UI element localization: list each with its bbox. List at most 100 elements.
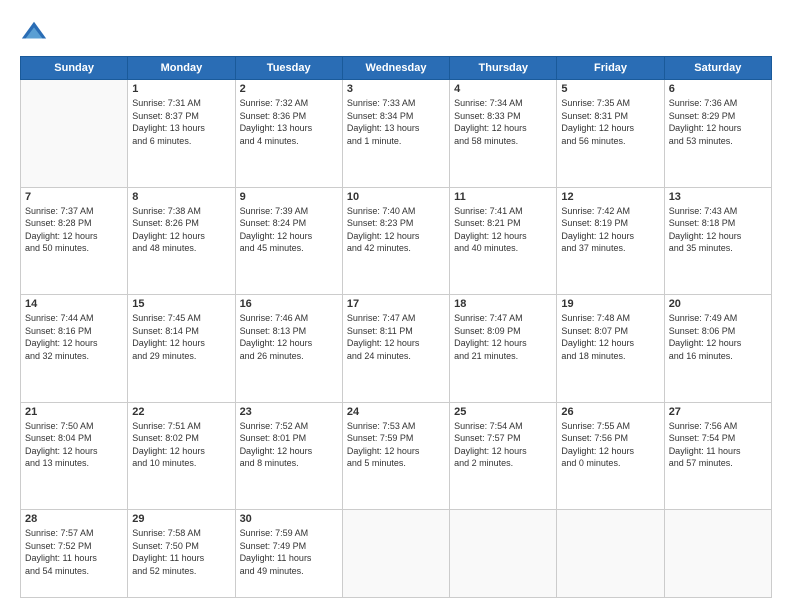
day-number: 4 <box>454 83 552 95</box>
calendar-cell: 28 Sunrise: 7:57 AM Sunset: 7:52 PM Dayli… <box>21 510 128 598</box>
calendar-cell: 23 Sunrise: 7:52 AM Sunset: 8:01 PM Dayli… <box>235 402 342 510</box>
calendar-cell: 22Sunrise: 7:51 AM Sunset: 8:02 PM Dayli… <box>128 402 235 510</box>
calendar-cell: 12 Sunrise: 7:42 AM Sunset: 8:19 PM Dayli… <box>557 187 664 295</box>
day-number: 11 <box>454 191 552 203</box>
calendar-cell <box>21 80 128 188</box>
day-number: 3 <box>347 83 445 95</box>
weekday-header: Monday <box>128 57 235 80</box>
calendar-cell: 30Sunrise: 7:59 AM Sunset: 7:49 PM Dayli… <box>235 510 342 598</box>
weekday-header: Sunday <box>21 57 128 80</box>
day-number: 22 <box>132 406 230 418</box>
calendar-week-row: 1 Sunrise: 7:31 AM Sunset: 8:37 PM Daylig… <box>21 80 772 188</box>
calendar-week-row: 14 Sunrise: 7:44 AM Sunset: 8:16 PM Dayli… <box>21 295 772 403</box>
logo <box>20 18 52 46</box>
calendar-table: SundayMondayTuesdayWednesdayThursdayFrid… <box>20 56 772 598</box>
day-info: Sunrise: 7:47 AM Sunset: 8:11 PM Dayligh… <box>347 312 445 362</box>
day-info: Sunrise: 7:49 AM Sunset: 8:06 PM Dayligh… <box>669 312 767 362</box>
logo-icon <box>20 18 48 46</box>
weekday-header: Saturday <box>664 57 771 80</box>
calendar-cell: 13 Sunrise: 7:43 AM Sunset: 8:18 PM Dayli… <box>664 187 771 295</box>
day-info: Sunrise: 7:43 AM Sunset: 8:18 PM Dayligh… <box>669 205 767 255</box>
calendar-cell: 3 Sunrise: 7:33 AM Sunset: 8:34 PM Daylig… <box>342 80 449 188</box>
calendar-cell <box>450 510 557 598</box>
calendar-cell <box>342 510 449 598</box>
day-number: 19 <box>561 298 659 310</box>
day-number: 23 <box>240 406 338 418</box>
calendar-cell: 14 Sunrise: 7:44 AM Sunset: 8:16 PM Dayli… <box>21 295 128 403</box>
weekday-header: Tuesday <box>235 57 342 80</box>
day-info: Sunrise: 7:36 AM Sunset: 8:29 PM Dayligh… <box>669 97 767 147</box>
header <box>20 18 772 46</box>
day-number: 25 <box>454 406 552 418</box>
calendar-cell: 25 Sunrise: 7:54 AM Sunset: 7:57 PM Dayli… <box>450 402 557 510</box>
calendar-cell: 17 Sunrise: 7:47 AM Sunset: 8:11 PM Dayli… <box>342 295 449 403</box>
day-number: 8 <box>132 191 230 203</box>
calendar-cell: 29 Sunrise: 7:58 AM Sunset: 7:50 PM Dayli… <box>128 510 235 598</box>
day-number: 28 <box>25 513 123 525</box>
calendar-cell: 19 Sunrise: 7:48 AM Sunset: 8:07 PM Dayli… <box>557 295 664 403</box>
day-number: 13 <box>669 191 767 203</box>
day-number: 27 <box>669 406 767 418</box>
day-info: Sunrise: 7:50 AM Sunset: 8:04 PM Dayligh… <box>25 420 123 470</box>
day-number: 12 <box>561 191 659 203</box>
weekday-header: Thursday <box>450 57 557 80</box>
calendar-week-row: 21 Sunrise: 7:50 AM Sunset: 8:04 PM Dayli… <box>21 402 772 510</box>
calendar-cell: 4 Sunrise: 7:34 AM Sunset: 8:33 PM Daylig… <box>450 80 557 188</box>
day-info: Sunrise: 7:58 AM Sunset: 7:50 PM Dayligh… <box>132 527 230 577</box>
calendar-cell: 18 Sunrise: 7:47 AM Sunset: 8:09 PM Dayli… <box>450 295 557 403</box>
day-info: Sunrise: 7:42 AM Sunset: 8:19 PM Dayligh… <box>561 205 659 255</box>
day-info: Sunrise: 7:38 AM Sunset: 8:26 PM Dayligh… <box>132 205 230 255</box>
day-number: 5 <box>561 83 659 95</box>
day-number: 29 <box>132 513 230 525</box>
calendar-cell: 10Sunrise: 7:40 AM Sunset: 8:23 PM Dayli… <box>342 187 449 295</box>
calendar-cell: 8 Sunrise: 7:38 AM Sunset: 8:26 PM Daylig… <box>128 187 235 295</box>
calendar-cell: 1 Sunrise: 7:31 AM Sunset: 8:37 PM Daylig… <box>128 80 235 188</box>
day-number: 14 <box>25 298 123 310</box>
day-info: Sunrise: 7:55 AM Sunset: 7:56 PM Dayligh… <box>561 420 659 470</box>
calendar-cell: 16 Sunrise: 7:46 AM Sunset: 8:13 PM Dayli… <box>235 295 342 403</box>
weekday-header-row: SundayMondayTuesdayWednesdayThursdayFrid… <box>21 57 772 80</box>
day-info: Sunrise: 7:59 AM Sunset: 7:49 PM Dayligh… <box>240 527 338 577</box>
day-number: 20 <box>669 298 767 310</box>
day-info: Sunrise: 7:31 AM Sunset: 8:37 PM Dayligh… <box>132 97 230 147</box>
day-info: Sunrise: 7:47 AM Sunset: 8:09 PM Dayligh… <box>454 312 552 362</box>
calendar-cell: 9Sunrise: 7:39 AM Sunset: 8:24 PM Daylig… <box>235 187 342 295</box>
day-number: 17 <box>347 298 445 310</box>
day-info: Sunrise: 7:54 AM Sunset: 7:57 PM Dayligh… <box>454 420 552 470</box>
day-number: 24 <box>347 406 445 418</box>
day-info: Sunrise: 7:32 AM Sunset: 8:36 PM Dayligh… <box>240 97 338 147</box>
day-number: 15 <box>132 298 230 310</box>
day-info: Sunrise: 7:57 AM Sunset: 7:52 PM Dayligh… <box>25 527 123 577</box>
weekday-header: Friday <box>557 57 664 80</box>
day-number: 18 <box>454 298 552 310</box>
calendar-cell: 7Sunrise: 7:37 AM Sunset: 8:28 PM Daylig… <box>21 187 128 295</box>
calendar-cell: 6Sunrise: 7:36 AM Sunset: 8:29 PM Daylig… <box>664 80 771 188</box>
page: SundayMondayTuesdayWednesdayThursdayFrid… <box>0 0 792 612</box>
day-number: 2 <box>240 83 338 95</box>
calendar-cell <box>664 510 771 598</box>
calendar-cell: 27 Sunrise: 7:56 AM Sunset: 7:54 PM Dayli… <box>664 402 771 510</box>
calendar-cell: 11Sunrise: 7:41 AM Sunset: 8:21 PM Dayli… <box>450 187 557 295</box>
day-info: Sunrise: 7:56 AM Sunset: 7:54 PM Dayligh… <box>669 420 767 470</box>
calendar-cell: 2 Sunrise: 7:32 AM Sunset: 8:36 PM Daylig… <box>235 80 342 188</box>
day-info: Sunrise: 7:34 AM Sunset: 8:33 PM Dayligh… <box>454 97 552 147</box>
day-info: Sunrise: 7:33 AM Sunset: 8:34 PM Dayligh… <box>347 97 445 147</box>
calendar-cell <box>557 510 664 598</box>
day-info: Sunrise: 7:39 AM Sunset: 8:24 PM Dayligh… <box>240 205 338 255</box>
weekday-header: Wednesday <box>342 57 449 80</box>
day-info: Sunrise: 7:52 AM Sunset: 8:01 PM Dayligh… <box>240 420 338 470</box>
calendar-cell: 21 Sunrise: 7:50 AM Sunset: 8:04 PM Dayli… <box>21 402 128 510</box>
day-info: Sunrise: 7:44 AM Sunset: 8:16 PM Dayligh… <box>25 312 123 362</box>
day-number: 16 <box>240 298 338 310</box>
day-info: Sunrise: 7:46 AM Sunset: 8:13 PM Dayligh… <box>240 312 338 362</box>
day-info: Sunrise: 7:40 AM Sunset: 8:23 PM Dayligh… <box>347 205 445 255</box>
day-info: Sunrise: 7:35 AM Sunset: 8:31 PM Dayligh… <box>561 97 659 147</box>
calendar-cell: 5 Sunrise: 7:35 AM Sunset: 8:31 PM Daylig… <box>557 80 664 188</box>
day-number: 26 <box>561 406 659 418</box>
day-number: 7 <box>25 191 123 203</box>
calendar-week-row: 28 Sunrise: 7:57 AM Sunset: 7:52 PM Dayli… <box>21 510 772 598</box>
day-info: Sunrise: 7:48 AM Sunset: 8:07 PM Dayligh… <box>561 312 659 362</box>
day-number: 21 <box>25 406 123 418</box>
day-number: 1 <box>132 83 230 95</box>
calendar-cell: 24Sunrise: 7:53 AM Sunset: 7:59 PM Dayli… <box>342 402 449 510</box>
